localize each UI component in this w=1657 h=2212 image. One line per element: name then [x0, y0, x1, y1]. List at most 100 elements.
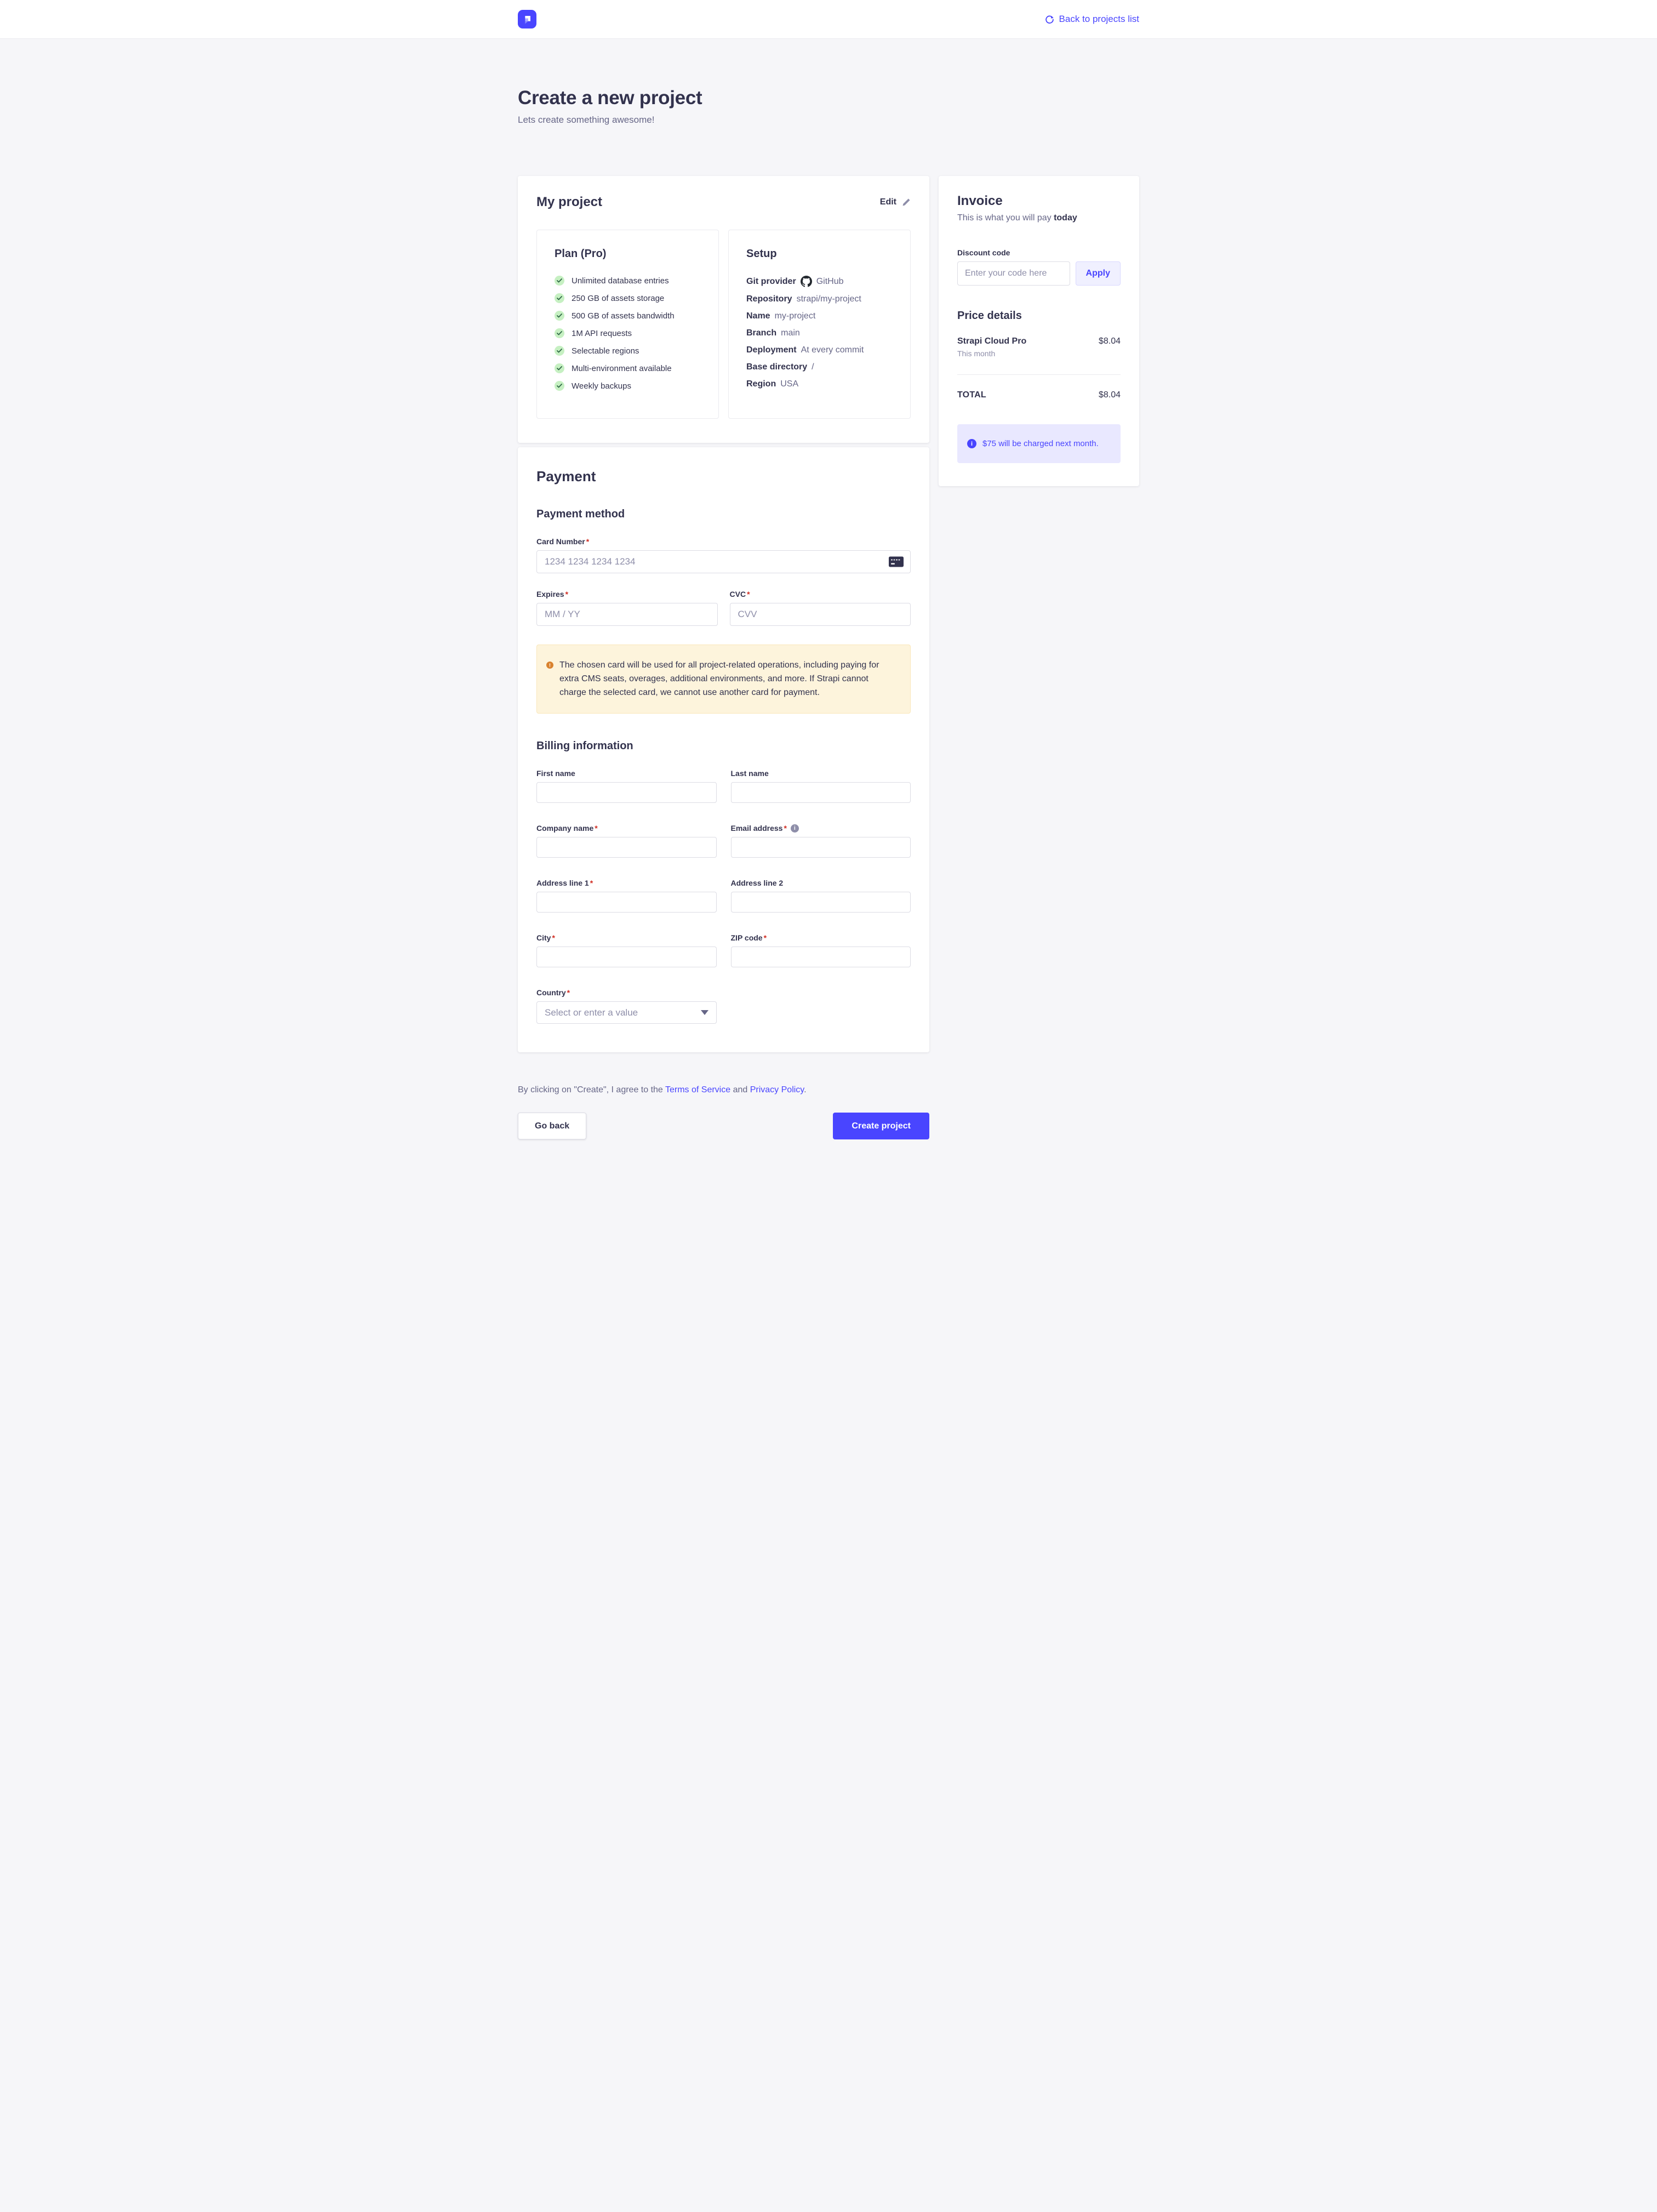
setup-row-region: Region USA — [746, 379, 898, 389]
country-select[interactable]: Select or enter a value — [536, 1001, 717, 1024]
invoice-title: Invoice — [957, 193, 1121, 209]
email-address-input[interactable] — [731, 837, 911, 858]
back-to-projects-link[interactable]: Back to projects list — [1045, 14, 1139, 25]
last-name-input[interactable] — [731, 782, 911, 803]
setup-value: main — [781, 328, 800, 338]
setup-row-base-directory: Base directory / — [746, 362, 898, 372]
plan-feature-label: Multi-environment available — [572, 364, 672, 373]
my-project-title: My project — [536, 195, 602, 210]
setup-label: Region — [746, 379, 776, 389]
plan-feature-label: Unlimited database entries — [572, 276, 669, 286]
company-name-input[interactable] — [536, 837, 717, 858]
last-name-field: Last name — [731, 769, 911, 803]
header-bar: Back to projects list — [0, 0, 1657, 39]
notice-text: $75 will be charged next month. — [982, 439, 1099, 448]
expires-input[interactable] — [536, 603, 718, 626]
address-line2-input[interactable] — [731, 892, 911, 913]
plan-feature-label: Weekly backups — [572, 381, 631, 391]
line-item-amount: $8.04 — [1099, 337, 1121, 358]
line-item-period: This month — [957, 349, 1026, 358]
check-icon — [555, 328, 564, 338]
company-name-field: Company name* — [536, 824, 717, 858]
first-name-input[interactable] — [536, 782, 717, 803]
warning-text: The chosen card will be used for all pro… — [559, 659, 897, 699]
card-number-input[interactable] — [536, 550, 911, 573]
plan-feature-item: Selectable regions — [555, 346, 706, 356]
my-project-card: My project Edit Plan (Pro) Unlimited dat… — [518, 176, 929, 443]
setup-title: Setup — [746, 248, 898, 260]
city-label: City* — [536, 933, 717, 942]
setup-label: Base directory — [746, 362, 807, 372]
plan-feature-item: Multi-environment available — [555, 363, 706, 373]
required-asterisk: * — [586, 537, 589, 546]
address-line1-label: Address line 1* — [536, 879, 717, 887]
setup-row-git-provider: Git provider GitHub — [746, 276, 898, 287]
setup-label: Name — [746, 311, 770, 321]
invoice-card: Invoice This is what you will pay today … — [939, 176, 1139, 486]
info-icon: i — [791, 824, 799, 833]
setup-value: At every commit — [801, 345, 864, 355]
line-item-name: Strapi Cloud Pro — [957, 337, 1026, 346]
discount-code-input[interactable] — [957, 261, 1070, 286]
plan-feature-list: Unlimited database entries 250 GB of ass… — [555, 276, 706, 391]
plan-feature-item: 250 GB of assets storage — [555, 293, 706, 303]
plan-feature-item: 1M API requests — [555, 328, 706, 338]
city-input[interactable] — [536, 947, 717, 967]
required-asterisk: * — [590, 879, 593, 887]
cvc-input[interactable] — [730, 603, 911, 626]
required-asterisk: * — [747, 590, 750, 598]
setup-value: my-project — [775, 311, 816, 321]
discount-code-label: Discount code — [957, 248, 1121, 257]
setup-value: / — [812, 362, 814, 372]
privacy-policy-link[interactable]: Privacy Policy — [750, 1085, 804, 1094]
strapi-logo-glyph — [521, 13, 533, 25]
expires-label: Expires* — [536, 590, 718, 598]
edit-button-label: Edit — [880, 197, 896, 207]
setup-row-branch: Branch main — [746, 328, 898, 338]
check-icon — [555, 381, 564, 391]
setup-row-repository: Repository strapi/my-project — [746, 294, 898, 304]
total-row: TOTAL $8.04 — [957, 390, 1121, 400]
setup-label: Deployment — [746, 345, 797, 355]
city-field: City* — [536, 933, 717, 967]
setup-value: GitHub — [816, 277, 844, 287]
zip-code-input[interactable] — [731, 947, 911, 967]
pencil-icon — [902, 198, 911, 207]
strapi-logo[interactable] — [518, 10, 536, 28]
check-icon — [555, 311, 564, 321]
total-amount: $8.04 — [1099, 390, 1121, 400]
zip-code-field: ZIP code* — [731, 933, 911, 967]
total-label: TOTAL — [957, 390, 986, 400]
github-icon — [801, 276, 812, 287]
setup-label: Repository — [746, 294, 792, 304]
create-project-button[interactable]: Create project — [833, 1113, 929, 1139]
plan-box: Plan (Pro) Unlimited database entries 25… — [536, 230, 719, 419]
setup-label: Branch — [746, 328, 776, 338]
country-placeholder: Select or enter a value — [545, 1007, 638, 1018]
payment-title: Payment — [536, 468, 911, 485]
setup-label: Git provider — [746, 277, 796, 287]
plan-feature-item: Unlimited database entries — [555, 276, 706, 286]
card-number-label: Card Number* — [536, 537, 911, 546]
card-usage-warning: ! The chosen card will be used for all p… — [536, 645, 911, 714]
plan-feature-label: 500 GB of assets bandwidth — [572, 311, 675, 321]
edit-button[interactable]: Edit — [880, 197, 911, 207]
warning-icon: ! — [546, 662, 553, 669]
address-line1-field: Address line 1* — [536, 879, 717, 913]
invoice-subtitle: This is what you will pay today — [957, 213, 1121, 223]
redo-arrow-icon — [1045, 15, 1054, 24]
page-title: Create a new project — [518, 87, 1139, 109]
address-line1-input[interactable] — [536, 892, 717, 913]
address-line2-label: Address line 2 — [731, 879, 911, 887]
terms-text: By clicking on "Create", I agree to the … — [518, 1085, 1139, 1095]
required-asterisk: * — [552, 933, 555, 942]
info-icon: i — [967, 439, 976, 448]
payment-method-title: Payment method — [536, 508, 911, 521]
credit-card-icon — [889, 557, 904, 567]
plan-feature-item: 500 GB of assets bandwidth — [555, 311, 706, 321]
apply-button[interactable]: Apply — [1076, 261, 1121, 286]
divider — [957, 374, 1121, 375]
terms-of-service-link[interactable]: Terms of Service — [665, 1085, 730, 1094]
go-back-button[interactable]: Go back — [518, 1113, 586, 1139]
zip-code-label: ZIP code* — [731, 933, 911, 942]
